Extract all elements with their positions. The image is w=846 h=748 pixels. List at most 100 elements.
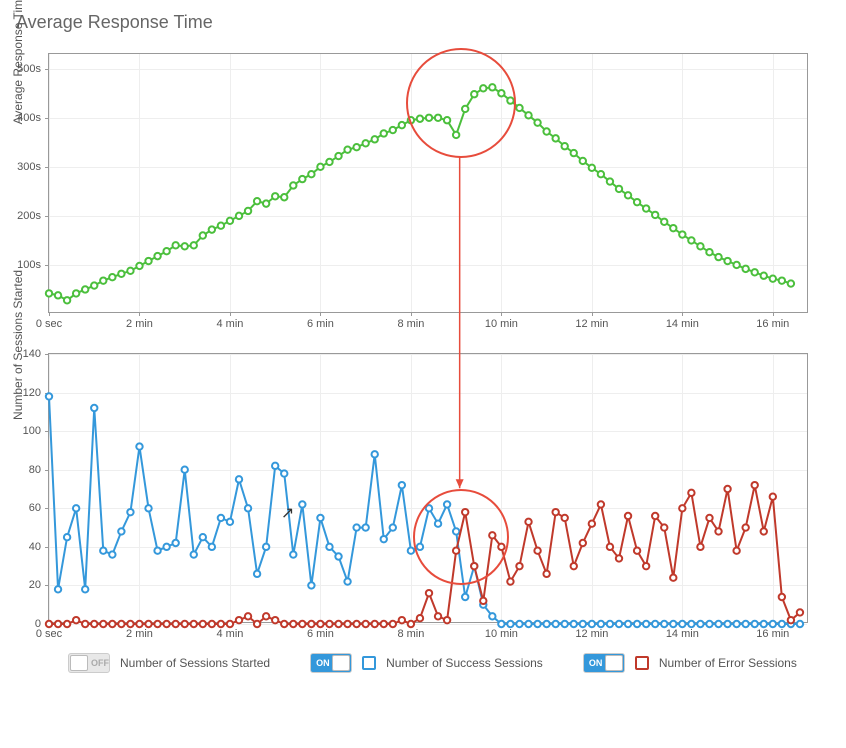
data-point[interactable] (435, 521, 441, 527)
data-point[interactable] (598, 621, 604, 627)
data-point[interactable] (761, 273, 767, 279)
data-point[interactable] (353, 144, 359, 150)
data-point[interactable] (589, 621, 595, 627)
data-point[interactable] (444, 617, 450, 623)
data-point[interactable] (571, 621, 577, 627)
data-point[interactable] (625, 192, 631, 198)
data-point[interactable] (742, 266, 748, 272)
data-point[interactable] (91, 282, 97, 288)
data-point[interactable] (100, 548, 106, 554)
data-point[interactable] (498, 544, 504, 550)
data-point[interactable] (770, 494, 776, 500)
data-point[interactable] (299, 176, 305, 182)
data-point[interactable] (598, 171, 604, 177)
data-point[interactable] (362, 524, 368, 530)
data-point[interactable] (172, 621, 178, 627)
data-point[interactable] (761, 528, 767, 534)
data-point[interactable] (426, 115, 432, 121)
data-point[interactable] (607, 178, 613, 184)
data-point[interactable] (733, 548, 739, 554)
data-point[interactable] (263, 613, 269, 619)
data-point[interactable] (571, 563, 577, 569)
data-point[interactable] (335, 621, 341, 627)
data-point[interactable] (471, 563, 477, 569)
data-point[interactable] (761, 621, 767, 627)
data-point[interactable] (308, 582, 314, 588)
data-point[interactable] (362, 621, 368, 627)
data-point[interactable] (589, 521, 595, 527)
data-point[interactable] (688, 621, 694, 627)
data-point[interactable] (670, 621, 676, 627)
data-point[interactable] (399, 482, 405, 488)
data-point[interactable] (362, 140, 368, 146)
data-point[interactable] (390, 621, 396, 627)
data-point[interactable] (136, 443, 142, 449)
data-point[interactable] (417, 615, 423, 621)
data-point[interactable] (525, 519, 531, 525)
data-point[interactable] (742, 524, 748, 530)
data-point[interactable] (227, 621, 233, 627)
data-point[interactable] (100, 277, 106, 283)
data-point[interactable] (670, 575, 676, 581)
data-point[interactable] (426, 590, 432, 596)
data-point[interactable] (679, 231, 685, 237)
data-point[interactable] (191, 242, 197, 248)
data-point[interactable] (670, 225, 676, 231)
data-point[interactable] (724, 621, 730, 627)
data-point[interactable] (109, 274, 115, 280)
data-point[interactable] (136, 621, 142, 627)
data-point[interactable] (254, 571, 260, 577)
data-point[interactable] (64, 534, 70, 540)
data-point[interactable] (715, 254, 721, 260)
data-point[interactable] (634, 199, 640, 205)
data-point[interactable] (598, 501, 604, 507)
data-point[interactable] (335, 153, 341, 159)
data-point[interactable] (453, 132, 459, 138)
data-point[interactable] (697, 243, 703, 249)
data-point[interactable] (227, 218, 233, 224)
data-point[interactable] (118, 621, 124, 627)
data-point[interactable] (299, 621, 305, 627)
data-point[interactable] (254, 198, 260, 204)
data-point[interactable] (652, 621, 658, 627)
data-point[interactable] (218, 222, 224, 228)
data-point[interactable] (163, 544, 169, 550)
data-point[interactable] (480, 85, 486, 91)
data-point[interactable] (543, 571, 549, 577)
data-point[interactable] (498, 621, 504, 627)
data-point[interactable] (263, 200, 269, 206)
data-point[interactable] (55, 292, 61, 298)
toggle-success[interactable]: ON (310, 653, 352, 673)
data-point[interactable] (245, 613, 251, 619)
data-point[interactable] (607, 621, 613, 627)
data-point[interactable] (408, 548, 414, 554)
data-point[interactable] (127, 509, 133, 515)
data-point[interactable] (408, 621, 414, 627)
data-point[interactable] (462, 594, 468, 600)
data-point[interactable] (706, 249, 712, 255)
data-point[interactable] (163, 248, 169, 254)
data-point[interactable] (200, 232, 206, 238)
data-point[interactable] (607, 544, 613, 550)
data-point[interactable] (444, 501, 450, 507)
data-point[interactable] (552, 135, 558, 141)
data-point[interactable] (779, 277, 785, 283)
data-point[interactable] (616, 621, 622, 627)
data-point[interactable] (73, 617, 79, 623)
data-point[interactable] (534, 119, 540, 125)
data-point[interactable] (552, 621, 558, 627)
data-point[interactable] (372, 451, 378, 457)
data-point[interactable] (797, 609, 803, 615)
data-point[interactable] (480, 598, 486, 604)
toggle-error[interactable]: ON (583, 653, 625, 673)
data-point[interactable] (317, 164, 323, 170)
data-point[interactable] (200, 621, 206, 627)
data-point[interactable] (353, 524, 359, 530)
data-point[interactable] (589, 165, 595, 171)
data-point[interactable] (326, 544, 332, 550)
data-point[interactable] (715, 621, 721, 627)
data-point[interactable] (661, 621, 667, 627)
data-point[interactable] (91, 405, 97, 411)
data-point[interactable] (263, 544, 269, 550)
data-point[interactable] (46, 290, 52, 296)
